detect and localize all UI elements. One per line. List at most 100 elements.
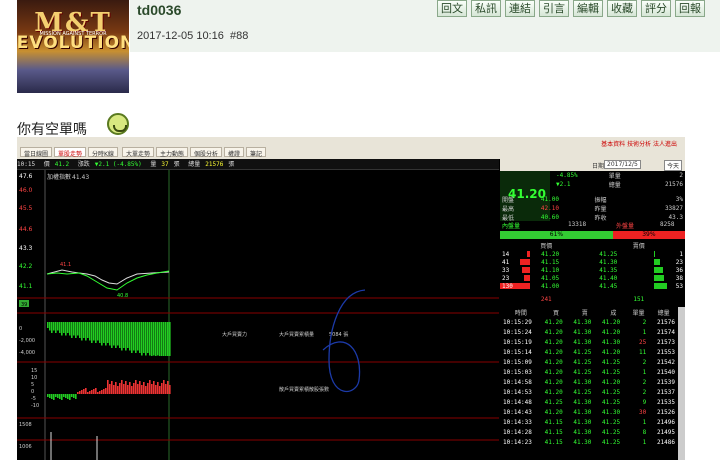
tick-cell: 41.30 (573, 318, 592, 326)
bidask-total: 241 151 (500, 295, 685, 303)
tick-row[interactable]: 10:14:58 41.20 41.30 41.20 2 21539 (500, 377, 678, 387)
volume-bar (101, 322, 103, 346)
table-cell: 單量 (608, 173, 621, 180)
tick-row[interactable]: 10:15:03 41.20 41.25 41.25 1 21540 (500, 367, 678, 377)
table-row: 14 41.20 41.25 1 (500, 250, 685, 258)
stock-app-screenshot: 當日線圖 單股走勢 分時K線 大單走勢 主力動態 個股分析 權證 筆記 基本資料 技術分析 法… (17, 137, 685, 460)
tick-cell: 10:15:03 (503, 368, 532, 376)
osc-bar (55, 394, 57, 397)
tick-cell: 41.20 (602, 348, 621, 356)
tick-scrollbar[interactable] (678, 307, 685, 460)
tick-row[interactable]: 10:15:19 41.20 41.30 41.30 25 21573 (500, 337, 678, 347)
date-input[interactable]: 2017/12/5 (604, 160, 641, 169)
tick-header-cell: 總量 (657, 309, 670, 317)
volume-bar (135, 322, 137, 353)
tick-row[interactable]: 10:15:14 41.20 41.25 41.20 11 21553 (500, 347, 678, 357)
bidask-header-cell: 賣價 (632, 243, 645, 250)
post-number[interactable]: #88 (230, 30, 248, 42)
osc-bar (87, 392, 89, 394)
volume-bar (79, 322, 81, 338)
volume-bar (87, 322, 89, 338)
table-cell: 33 (502, 266, 510, 274)
tick-row[interactable]: 10:14:23 41.15 41.30 41.25 1 21486 (500, 437, 678, 447)
ratio-buy: 61% (500, 231, 613, 239)
tick-cell: 21574 (656, 328, 675, 336)
today-button[interactable]: 今天 (664, 160, 683, 171)
volume-bar (49, 322, 51, 331)
volume-bar (159, 322, 161, 356)
volume-bar (139, 322, 141, 353)
volume-bar (119, 322, 121, 348)
note-retail: 散戶買賣累積散股張數 (279, 386, 329, 393)
volume-bar (155, 322, 157, 356)
outer-label: 外盤量 (616, 223, 635, 230)
app-tab-bar: 當日線圖 單股走勢 分時K線 大單走勢 主力動態 個股分析 權證 筆記 基本資料 技術分析 法… (17, 137, 685, 159)
tick-row[interactable]: 10:14:28 41.15 41.30 41.25 8 21495 (500, 427, 678, 437)
volume-bar (73, 322, 75, 336)
osc-bar (71, 394, 73, 397)
app-tab[interactable]: 主力動態 (156, 147, 189, 158)
tick-cell: 41.25 (602, 398, 621, 406)
volume-bar (75, 322, 77, 338)
post-action-button[interactable]: 回文 (437, 0, 467, 17)
app-tab[interactable]: 單股走勢 (54, 147, 87, 158)
volume-bar (113, 322, 115, 346)
tick-cell: 41.20 (544, 408, 563, 416)
volume-bar (81, 322, 83, 341)
tick-cell: 1 (642, 438, 647, 446)
table-cell: 開盤 (502, 197, 515, 204)
bidask-header: 買價 賣價 (500, 241, 685, 250)
volume-bar (145, 322, 147, 356)
app-tab[interactable]: 權證 (224, 147, 245, 158)
app-tab[interactable]: 當日線圖 (20, 147, 53, 158)
tick-header-cell: 單量 (632, 309, 645, 317)
osc-bar (153, 381, 155, 394)
bidask-total-cell: 241 (540, 295, 552, 303)
tick-row[interactable]: 10:15:29 41.20 41.30 41.20 2 21576 (500, 317, 678, 327)
tick-cell: 21540 (656, 368, 675, 376)
volume-bar (111, 322, 113, 348)
osc-bar (155, 385, 157, 394)
post-action-button[interactable]: 編輯 (573, 0, 603, 17)
volume-bar (93, 322, 95, 341)
osc-bar (115, 382, 117, 394)
post-action-button[interactable]: 私訊 (471, 0, 501, 17)
volume-axis-label: -4,000 (19, 350, 35, 356)
app-tab[interactable]: 個股分析 (190, 147, 223, 158)
tick-row[interactable]: 10:14:53 41.20 41.25 41.25 2 21537 (500, 387, 678, 397)
post-action-button[interactable]: 連結 (505, 0, 535, 17)
date-picker-bar[interactable]: 日期: 2017/12/5 今天 (500, 159, 685, 171)
post-action-button[interactable]: 評分 (641, 0, 671, 17)
tick-cell: 21573 (656, 338, 675, 346)
volume-bar (95, 322, 97, 343)
post-action-button[interactable]: 引言 (539, 0, 569, 17)
tick-row[interactable]: 10:14:48 41.25 41.30 41.25 9 21535 (500, 397, 678, 407)
tick-row[interactable]: 10:15:09 41.20 41.25 41.25 2 21542 (500, 357, 678, 367)
table-cell: 3% (675, 196, 683, 203)
inner-label: 內盤量 (502, 223, 521, 230)
volume-bar (91, 322, 93, 343)
username[interactable]: td0036 (137, 2, 181, 18)
osc-bar (133, 383, 135, 394)
post-action-button[interactable]: 收藏 (607, 0, 637, 17)
tick-cell: 10:15:09 (503, 358, 532, 366)
tick-cell: 41.20 (602, 378, 621, 386)
table-cell: ▼2.1 (556, 181, 571, 188)
app-tab[interactable]: 大單走勢 (122, 147, 155, 158)
post-action-button[interactable]: 回報 (675, 0, 705, 17)
volume-bar (51, 322, 53, 333)
app-tab[interactable]: 筆記 (246, 147, 267, 158)
app-tab[interactable]: 分時K線 (88, 147, 118, 158)
table-cell: 41.10 (541, 266, 560, 274)
osc-bar (69, 394, 71, 400)
intraday-chart: 47.6 加權指數 41.43 46.0 45.5 44.6 43.3 42.2 41.1… (17, 170, 499, 460)
tick-row[interactable]: 10:15:24 41.20 41.30 41.20 1 21574 (500, 327, 678, 337)
osc-bar (105, 388, 107, 394)
osc-bar (131, 386, 133, 394)
tick-row[interactable]: 10:14:43 41.20 41.30 41.30 30 21526 (500, 407, 678, 417)
osc-bar (111, 381, 113, 394)
tick-row[interactable]: 10:14:33 41.15 41.30 41.25 1 21496 (500, 417, 678, 427)
avatar[interactable]: M&T MISSION AGAINST TERROR EVOLUTION (17, 0, 129, 93)
bidask-header-cell: 買價 (540, 243, 553, 250)
tick-cell: 41.20 (544, 348, 563, 356)
